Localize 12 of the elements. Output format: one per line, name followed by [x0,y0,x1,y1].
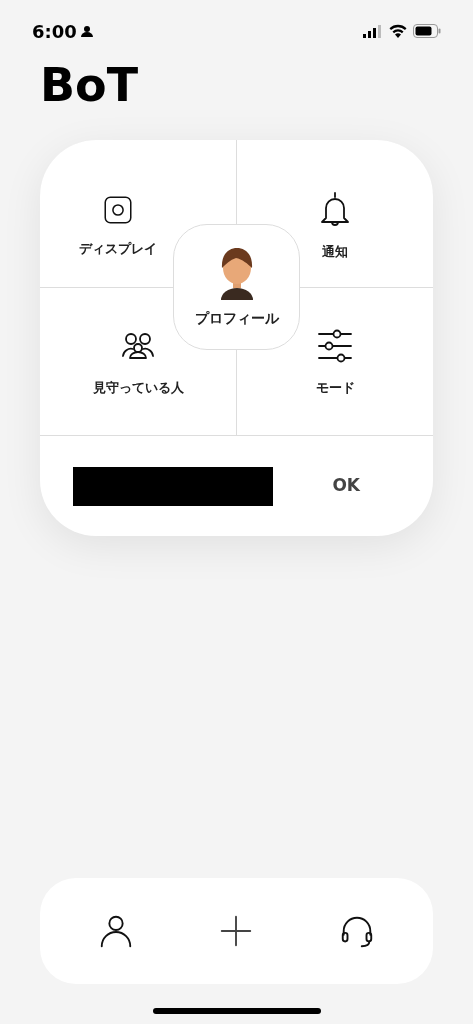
status-time: 6:00 [32,19,77,44]
menu-tile[interactable]: モード [315,325,355,398]
tile-label: ディスプレイ [79,239,157,258]
menu-tile[interactable]: ディスプレイ [79,192,157,259]
tile-label: モード [315,378,355,397]
tile-label: 見守っている人 [92,378,184,397]
profile-button[interactable]: プロフィール [173,224,300,350]
app-title: BoT [39,62,139,108]
menu-tile[interactable]: 通知 [315,189,355,262]
ok-button[interactable]: OK [332,473,360,499]
tile-label: 通知 [322,242,348,261]
profile-label: プロフィール [194,308,279,328]
